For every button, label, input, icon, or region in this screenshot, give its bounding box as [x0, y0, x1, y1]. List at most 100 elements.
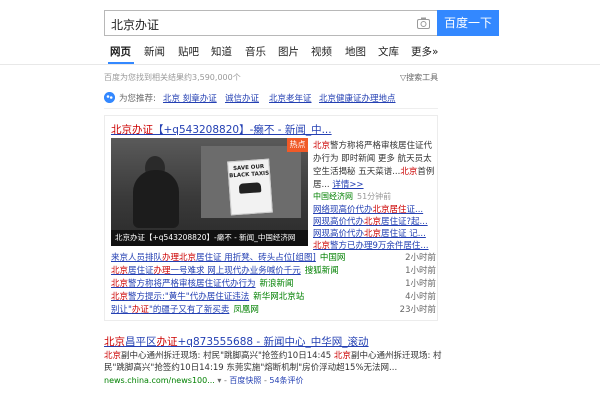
- driver-figure: [133, 170, 179, 228]
- tab-web[interactable]: 网页: [110, 44, 131, 59]
- sub-link-text: 警方已办理9万余件居住...: [330, 241, 429, 251]
- title-highlight: 北京: [104, 336, 125, 348]
- news-list-item: 北京警方称将严格审核居住证代办行为 新浪新闻 1小时前: [111, 277, 436, 290]
- li-text: 居住证: [128, 266, 154, 276]
- li-highlight: 北京: [111, 279, 129, 289]
- hot-badge: 热点: [287, 138, 308, 152]
- li-text: 别让": [111, 305, 132, 315]
- li-text: 一号难求 网上现代办业务喊价千元: [170, 266, 301, 276]
- li-text: 警方提示:"黄牛"代办居住证违法: [128, 292, 250, 302]
- recommend-link[interactable]: 北京老年证: [269, 92, 312, 104]
- news-list-item: 北京居住证办理一号难求 网上现代办业务喊价千元 搜狐新闻 1小时前: [111, 264, 436, 277]
- thumbnail-caption: 北京办证【+q543208820】-癞不 - 新闻_中国经济网: [115, 233, 296, 242]
- sub-link-text: 居住证 记...: [381, 229, 426, 239]
- title-text: 【+q543208820】-癞不 - 新闻_中...: [153, 124, 332, 136]
- sub-link-text: 网现高价代办: [313, 217, 365, 227]
- search-tools-button[interactable]: ▽搜索工具: [400, 72, 438, 83]
- title-highlight: 办证: [156, 336, 178, 348]
- tab-news[interactable]: 新闻: [144, 44, 165, 59]
- sub-news-link[interactable]: 网现高价代办北京居住证 记...: [313, 227, 426, 239]
- sub-link-highlight: 北京: [364, 217, 382, 227]
- sub-link-highlight: 北京: [364, 229, 382, 239]
- title-text: 昌平区: [125, 336, 157, 348]
- result-abstract: 北京副中心通州拆迁现场: 村民"跳脚高兴"抢签约10日14:45 北京副中心通州…: [104, 350, 444, 374]
- news-list-item: 别让"办证"的疆子又有了新买卖 凤凰网 23小时前: [111, 303, 436, 316]
- tab-zhidao[interactable]: 知道: [211, 44, 232, 59]
- header-divider: [0, 64, 600, 65]
- details-link[interactable]: 详情>>: [332, 180, 363, 190]
- news-list-link[interactable]: 北京警方称将严格审核居住证代办行为: [111, 279, 256, 289]
- desc-highlight: 北京: [313, 141, 331, 151]
- li-highlight: 办理北京: [162, 253, 197, 263]
- abstract-text: 副中心通州拆迁现场: 村民"跳脚高兴"抢签约10日14:45: [121, 351, 334, 361]
- tab-more[interactable]: 更多»: [411, 44, 438, 59]
- title-text: +q873555688 - 新闻中心_中华网_滚动: [177, 336, 369, 348]
- tab-images[interactable]: 图片: [278, 44, 299, 59]
- protest-sign: SAVE OUR BLACK TAXIS: [227, 158, 273, 216]
- news-list-time: 2小时前: [405, 253, 436, 263]
- sub-link-text: 网络现高价代办: [313, 205, 373, 215]
- news-list-link[interactable]: 北京警方提示:"黄牛"代办居住证违法: [111, 292, 249, 302]
- snapshot-link[interactable]: 百度快照: [229, 376, 261, 385]
- recommend-icon: [104, 92, 115, 103]
- news-list-time: 1小时前: [405, 266, 436, 276]
- search-tools-label: 搜索工具: [406, 73, 439, 82]
- sub-link-text: 证...: [406, 205, 424, 215]
- recommend-label: 为您推荐:: [119, 94, 156, 104]
- abstract-highlight: 北京: [333, 351, 351, 361]
- sub-link-highlight: 北京: [313, 241, 331, 251]
- news-card-title[interactable]: 北京办证【+q543208820】-癞不 - 新闻_中...: [111, 122, 332, 137]
- sub-link-text: 网现高价代办: [313, 229, 365, 239]
- li-text: "的疆子又有了新买卖: [148, 305, 230, 315]
- li-highlight: 办理: [153, 266, 171, 276]
- li-text: 警方称将严格审核居住证代办行为: [128, 279, 256, 289]
- title-highlight: 北京办证: [111, 124, 153, 136]
- sub-news-link[interactable]: 网现高价代办北京居住证?起...: [313, 215, 428, 227]
- news-list-time: 23小时前: [399, 305, 436, 315]
- tab-video[interactable]: 视频: [311, 44, 332, 59]
- divider: [104, 108, 438, 109]
- sub-news-link[interactable]: 北京警方已办理9万余件居住...: [313, 239, 429, 251]
- li-text: 来京人员排队: [111, 253, 163, 263]
- search-button[interactable]: 百度一下: [437, 10, 499, 36]
- result-count: 百度为您找到相关结果约3,590,000个: [104, 73, 241, 82]
- reviews-link[interactable]: 54条评价: [269, 376, 303, 385]
- news-thumbnail[interactable]: SAVE OUR BLACK TAXIS 北京办证【+q543208820】-癞…: [111, 138, 308, 246]
- recommend-link[interactable]: 诚信办证: [225, 92, 259, 104]
- result-url[interactable]: news.china.com/news100...: [104, 376, 215, 385]
- news-list-link[interactable]: 来京人员排队办理北京居住证 用折凳、砖头占位[组图]: [111, 253, 316, 263]
- tab-map[interactable]: 地图: [345, 44, 366, 59]
- news-list-link[interactable]: 别让"办证"的疆子又有了新买卖: [111, 305, 229, 315]
- dropdown-arrow-icon[interactable]: ▾ -: [217, 376, 229, 385]
- news-list-item: 来京人员排队办理北京居住证 用折凳、砖头占位[组图] 中国网 2小时前: [111, 251, 436, 264]
- li-text: 居住证 用折凳、砖头占位[组图]: [196, 253, 316, 263]
- recommend-link[interactable]: 北京健康证办理地点: [319, 92, 396, 104]
- news-list-source: 新华网北京站: [253, 292, 305, 302]
- tab-wenku[interactable]: 文库: [378, 44, 399, 59]
- search-input[interactable]: 北京办证: [104, 10, 437, 36]
- desc-highlight: 北京: [400, 167, 418, 177]
- li-highlight: 办证: [131, 305, 149, 315]
- search-query-text: 北京办证: [111, 18, 160, 32]
- result-meta: news.china.com/news100... ▾ - 百度快照 - 54条…: [104, 375, 304, 386]
- news-list-time: 4小时前: [405, 292, 436, 302]
- li-highlight: 北京: [111, 292, 129, 302]
- sub-link-highlight: 北京居住: [372, 205, 407, 215]
- tab-music[interactable]: 音乐: [245, 44, 266, 59]
- sign-text: SAVE OUR BLACK TAXIS: [229, 163, 270, 180]
- news-list-source: 新浪新闻: [259, 279, 294, 289]
- camera-icon[interactable]: [417, 17, 430, 29]
- sub-link-text: 居住证?起...: [381, 217, 428, 227]
- news-list-item: 北京警方提示:"黄牛"代办居住证违法 新华网北京站 4小时前: [111, 290, 436, 303]
- tab-tieba[interactable]: 贴吧: [178, 44, 199, 59]
- news-list-link[interactable]: 北京居住证办理一号难求 网上现代办业务喊价千元: [111, 266, 301, 276]
- source-time: 51分钟前: [357, 192, 392, 201]
- sub-news-link[interactable]: 网络现高价代办北京居住证...: [313, 203, 423, 215]
- recommend-link[interactable]: 北京 刻章办证: [163, 92, 217, 104]
- news-list-source: 凤凰网: [233, 305, 259, 315]
- result-title[interactable]: 北京昌平区办证+q873555688 - 新闻中心_中华网_滚动: [104, 334, 369, 349]
- news-card-description: 北京警方称将严格审核居住证代办行为 即时新闻 更多 航天员太空生活揭秘 五天菜谱…: [313, 140, 435, 192]
- source-name: 中国经济网: [313, 192, 353, 201]
- news-list-source: 搜狐新闻: [304, 266, 339, 276]
- taxi-icon: [238, 182, 262, 194]
